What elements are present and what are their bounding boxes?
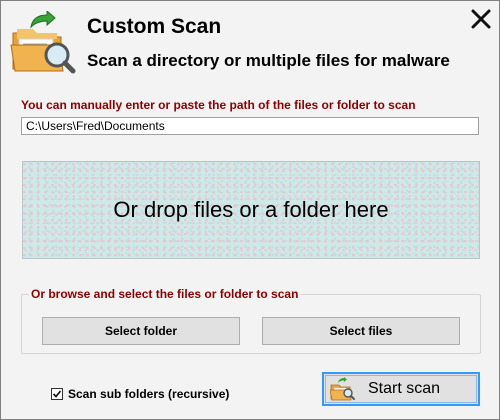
- select-folder-button[interactable]: Select folder: [42, 317, 240, 345]
- custom-scan-dialog: Custom Scan Scan a directory or multiple…: [0, 0, 500, 420]
- scan-subfolders-option[interactable]: Scan sub folders (recursive): [51, 387, 229, 401]
- path-input[interactable]: [21, 117, 479, 135]
- scan-subfolders-checkbox[interactable]: [51, 388, 63, 400]
- checkmark-icon: [52, 390, 62, 398]
- drop-zone-text: Or drop files or a folder here: [113, 197, 389, 222]
- path-label: You can manually enter or paste the path…: [21, 98, 416, 112]
- scan-subfolders-label: Scan sub folders (recursive): [68, 387, 230, 401]
- select-files-button[interactable]: Select files: [262, 317, 460, 345]
- start-scan-label: Start scan: [368, 380, 441, 397]
- dialog-subtitle: Scan a directory or multiple files for m…: [87, 51, 450, 70]
- dialog-title: Custom Scan: [87, 15, 222, 38]
- folder-scan-icon: [329, 377, 356, 401]
- close-icon[interactable]: [467, 5, 495, 33]
- drop-zone[interactable]: Or drop files or a folder here: [22, 161, 480, 259]
- folder-scan-icon: [9, 9, 77, 77]
- start-scan-button[interactable]: Start scan: [322, 372, 480, 406]
- browse-label: Or browse and select the files or folder…: [29, 287, 301, 301]
